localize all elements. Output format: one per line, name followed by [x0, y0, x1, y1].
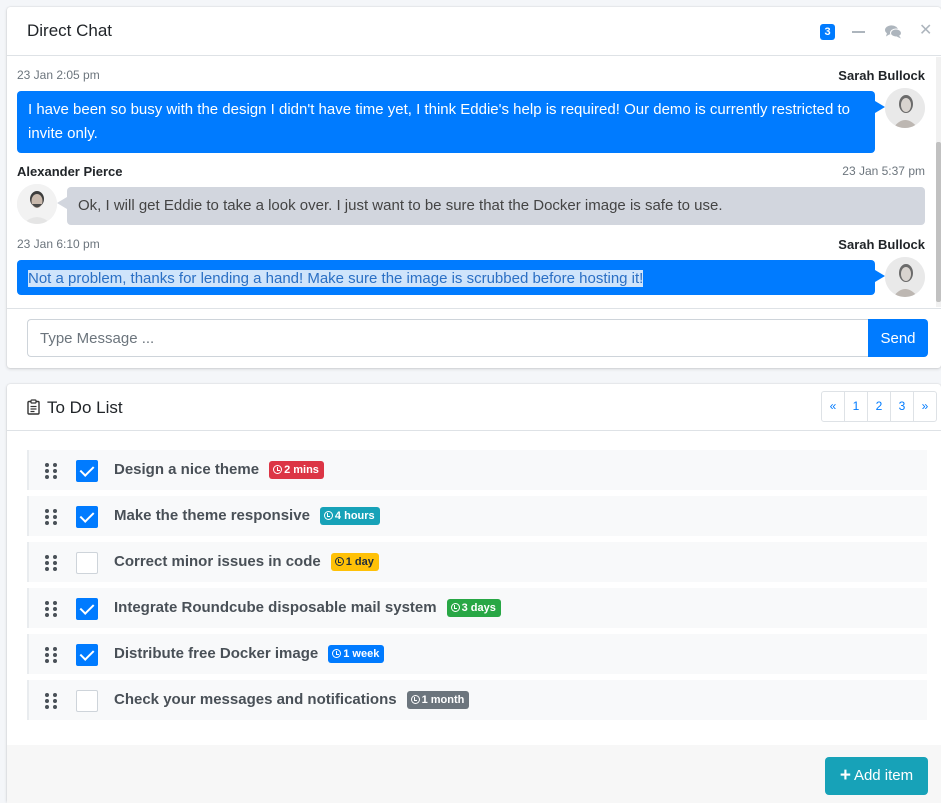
- contacts-icon[interactable]: [885, 25, 902, 43]
- todo-text: Distribute free Docker image 1 week: [114, 645, 385, 663]
- message-bubble: I have been so busy with the design I di…: [17, 91, 885, 153]
- time-badge: 3 days: [446, 599, 501, 617]
- scroll-thumb[interactable]: [936, 142, 941, 302]
- todo-label: Check your messages and notifications: [114, 691, 397, 708]
- clipboard-icon: [27, 399, 40, 419]
- message-timestamp: 23 Jan 6:10 pm: [17, 237, 100, 251]
- time-badge: 1 day: [330, 553, 379, 571]
- drag-handle-icon[interactable]: [45, 509, 61, 525]
- message-count-badge: 3: [820, 24, 835, 40]
- todo-item[interactable]: Make the theme responsive 4 hours: [27, 496, 927, 536]
- avatar: [885, 88, 925, 128]
- time-badge: 1 week: [328, 645, 385, 663]
- drag-handle-icon[interactable]: [45, 601, 61, 617]
- todo-text: Correct minor issues in code 1 day: [114, 553, 379, 571]
- todo-label: Distribute free Docker image: [114, 645, 319, 662]
- clock-icon: [334, 557, 344, 566]
- time-badge-label: 1 day: [345, 556, 374, 568]
- drag-handle-icon[interactable]: [45, 463, 61, 479]
- todo-item[interactable]: Correct minor issues in code 1 day: [27, 542, 927, 582]
- selected-message-text: Not a problem, thanks for lending a hand…: [28, 270, 644, 287]
- pagination: « 1 2 3 »: [821, 391, 937, 422]
- todo-checkbox[interactable]: [76, 460, 98, 482]
- message-bubble: Ok, I will get Eddie to take a look over…: [57, 187, 925, 225]
- todo-header: To Do List « 1 2 3 »: [7, 384, 941, 431]
- add-item-button[interactable]: + Add item: [825, 757, 928, 795]
- todo-item[interactable]: Distribute free Docker image 1 week: [27, 634, 927, 674]
- avatar: [885, 257, 925, 297]
- page-prev[interactable]: «: [821, 391, 845, 422]
- chat-tools: 3 ✕: [816, 22, 941, 43]
- time-badge-label: 1 week: [343, 648, 380, 660]
- todo-footer: + Add item: [7, 745, 941, 803]
- todo-label: Integrate Roundcube disposable mail syst…: [114, 599, 437, 616]
- todo-checkbox[interactable]: [76, 598, 98, 620]
- chat-title: Direct Chat: [27, 21, 113, 40]
- message-sender: Sarah Bullock: [838, 68, 925, 83]
- message-input[interactable]: [27, 319, 869, 357]
- time-badge: 4 hours: [319, 507, 380, 525]
- time-badge-label: 3 days: [461, 602, 496, 614]
- time-badge-label: 2 mins: [284, 464, 319, 476]
- todo-checkbox[interactable]: [76, 506, 98, 528]
- message-bubble: Not a problem, thanks for lending a hand…: [17, 260, 885, 295]
- drag-handle-icon[interactable]: [45, 555, 61, 571]
- todo-text: Integrate Roundcube disposable mail syst…: [114, 599, 501, 617]
- page-1[interactable]: 1: [844, 391, 868, 422]
- todo-checkbox[interactable]: [76, 644, 98, 666]
- todo-checkbox[interactable]: [76, 552, 98, 574]
- drag-handle-icon[interactable]: [45, 693, 61, 709]
- clock-icon: [332, 649, 342, 658]
- message-sender: Alexander Pierce: [17, 164, 123, 179]
- clock-icon: [410, 695, 420, 704]
- send-button[interactable]: Send: [868, 319, 928, 357]
- close-icon[interactable]: ✕: [919, 22, 932, 40]
- time-badge: 2 mins: [269, 461, 324, 479]
- todo-label: Make the theme responsive: [114, 507, 310, 524]
- todo-item[interactable]: Check your messages and notifications 1 m…: [27, 680, 927, 720]
- todo-text: Check your messages and notifications 1 m…: [114, 691, 470, 709]
- chat-header: Direct Chat 3 ✕: [7, 7, 941, 56]
- todo-item[interactable]: Integrate Roundcube disposable mail syst…: [27, 588, 927, 628]
- collapse-icon[interactable]: [852, 31, 865, 33]
- todo-card: To Do List « 1 2 3 » Design a nice theme…: [7, 384, 941, 803]
- page-next[interactable]: »: [913, 391, 937, 422]
- message-sender: Sarah Bullock: [838, 237, 925, 252]
- time-badge-label: 4 hours: [334, 510, 375, 522]
- message-timestamp: 23 Jan 5:37 pm: [842, 164, 925, 178]
- todo-list: Design a nice theme 2 mins Make the theme …: [27, 450, 927, 726]
- todo-checkbox[interactable]: [76, 690, 98, 712]
- todo-text: Make the theme responsive 4 hours: [114, 507, 380, 525]
- todo-text: Design a nice theme 2 mins: [114, 461, 324, 479]
- page-2[interactable]: 2: [867, 391, 891, 422]
- todo-title: To Do List: [47, 398, 123, 417]
- chat-messages: 23 Jan 2:05 pm Sarah Bullock I have been…: [7, 57, 941, 309]
- chat-scrollbar[interactable]: [936, 57, 941, 307]
- todo-item[interactable]: Design a nice theme 2 mins: [27, 450, 927, 490]
- chat-footer: Send: [7, 308, 941, 368]
- avatar: [17, 184, 57, 224]
- plus-icon: +: [839, 765, 851, 786]
- clock-icon: [323, 511, 333, 520]
- clock-icon: [450, 603, 460, 612]
- todo-label: Design a nice theme: [114, 461, 260, 478]
- add-item-label: Add item: [853, 767, 914, 784]
- direct-chat-card: Direct Chat 3 ✕ 23 Jan 2:05 pm Sarah Bul…: [7, 7, 941, 368]
- message-timestamp: 23 Jan 2:05 pm: [17, 68, 100, 82]
- clock-icon: [273, 465, 283, 474]
- time-badge-label: 1 month: [421, 694, 465, 706]
- page-3[interactable]: 3: [890, 391, 914, 422]
- todo-label: Correct minor issues in code: [114, 553, 321, 570]
- drag-handle-icon[interactable]: [45, 647, 61, 663]
- time-badge: 1 month: [406, 691, 470, 709]
